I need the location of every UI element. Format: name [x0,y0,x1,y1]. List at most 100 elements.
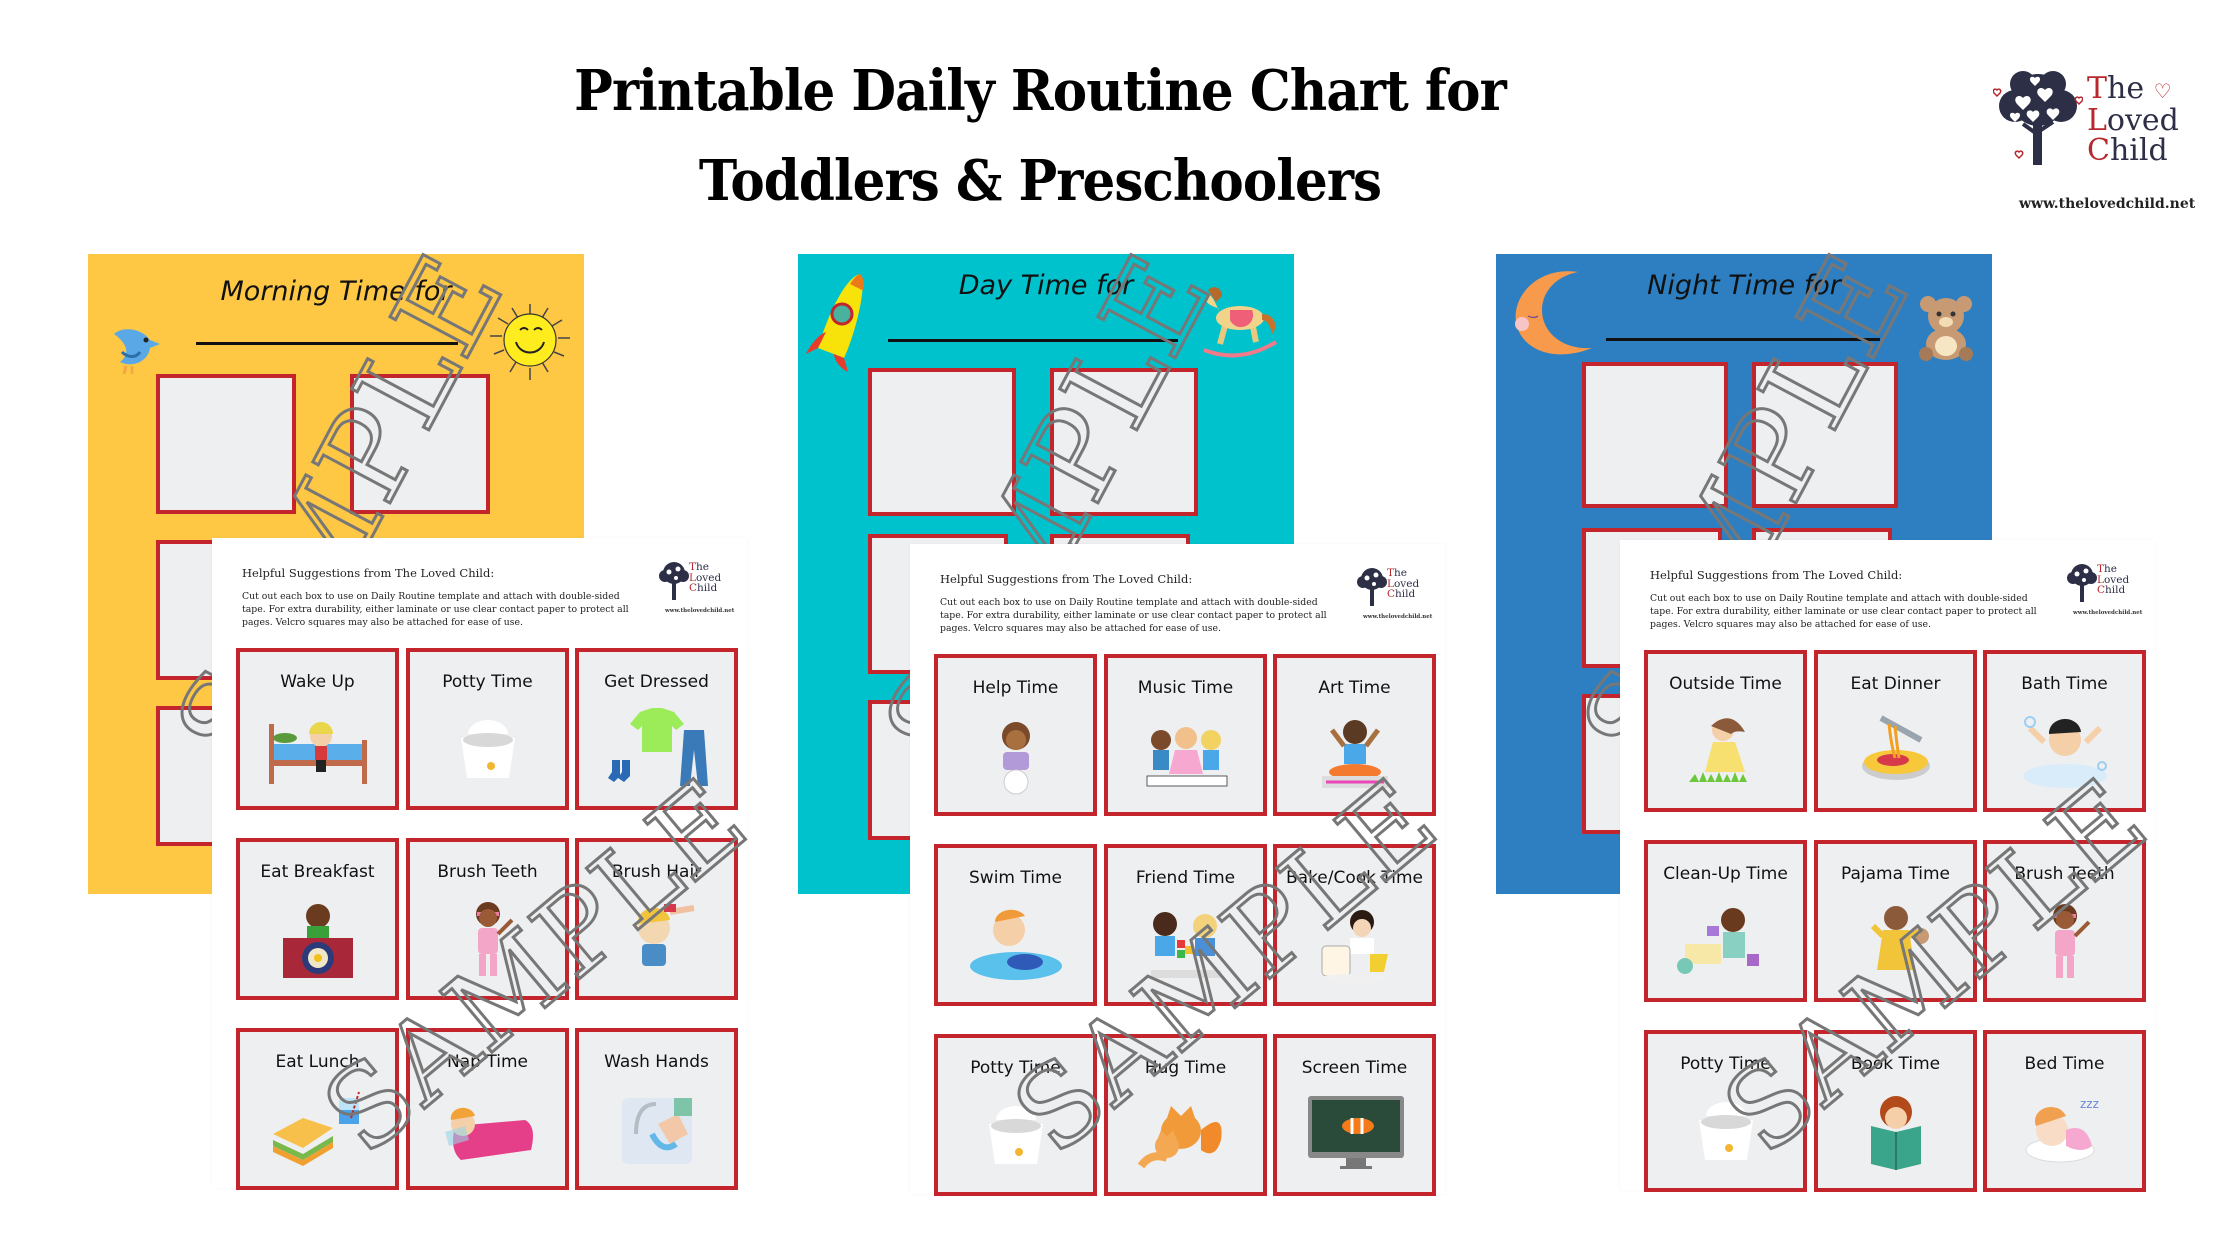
svg-text:zzz: zzz [2080,1097,2099,1111]
routine-card-label: Eat Dinner [1850,674,1941,694]
routine-card-label: Music Time [1137,678,1234,698]
name-line [196,342,458,345]
routine-card-label: Eat Breakfast [260,862,375,882]
potty-icon [460,720,515,778]
name-line [1606,338,1880,341]
routine-card-bake-cook-time[interactable]: Bake/Cook Time [1273,844,1436,1006]
fox-hug-icon [1137,1106,1222,1169]
routine-card-help-time[interactable]: Help Time [934,654,1097,816]
moon-icon [1515,271,1592,355]
routine-card-label: Nap Time [447,1052,528,1072]
hairbrush-icon [637,904,694,966]
routine-card-book-time[interactable]: Book Time [1814,1030,1977,1192]
mini-brand-name: The Loved Child [2097,563,2130,596]
mini-brand-logo: The Loved Child www.thelovedchild.net [1357,566,1433,626]
template-slot [868,368,1016,516]
routine-card-label: Potty Time [442,672,533,692]
routine-card-label: Get Dressed [604,672,709,692]
mini-brand-url: www.thelovedchild.net [665,608,735,614]
routine-card-label: Screen Time [1301,1058,1408,1078]
bath-icon [2022,716,2107,788]
sleeping-bag-icon [444,1107,533,1160]
routine-card-eat-lunch[interactable]: Eat Lunch [236,1028,399,1190]
routine-card-potty-time[interactable]: Potty Time [1644,1030,1807,1192]
page-title-line-2: Toddlers & Preschoolers [698,148,1382,214]
routine-card-label: Potty Time [970,1058,1061,1078]
template-slot [1050,368,1198,516]
cook-icon [1320,910,1389,982]
routine-card-brush-teeth[interactable]: Brush Teeth [406,838,569,1000]
brand-name-part: hild [2109,133,2168,168]
routine-card-label: Wake Up [280,672,355,692]
helpful-title: Helpful Suggestions from The Loved Child… [940,572,1193,586]
mini-brand-logo: The Loved Child www.thelovedchild.net [659,560,735,620]
routine-card-label: Clean-Up Time [1663,864,1788,884]
routine-card-swim-time[interactable]: Swim Time [934,844,1097,1006]
mini-brand-name: The Loved Child [689,561,722,594]
routine-card-label: Potty Time [1680,1054,1771,1074]
routine-card-bath-time[interactable]: Bath Time [1983,650,2146,812]
morning-card-sheet: Helpful Suggestions from The Loved Child… [212,538,747,1190]
template-slot [1582,362,1728,508]
routine-card-get-dressed[interactable]: Get Dressed [575,648,738,810]
day-card-sheet: Helpful Suggestions from The Loved Child… [910,544,1445,1196]
swim-icon [969,909,1062,980]
rocket-icon [806,274,864,372]
heart-tree-icon [1357,568,1387,606]
pajama-icon [1870,906,1929,970]
routine-card-hug-time[interactable]: Hug Time [1104,1034,1267,1196]
routine-card-art-time[interactable]: Art Time [1273,654,1436,816]
potty-icon [988,1106,1043,1164]
routine-card-potty-time[interactable]: Potty Time [406,648,569,810]
helpful-body: Cut out each box to use on Daily Routine… [940,597,1327,634]
brand-name: The ♡ Loved Child [2087,71,2179,168]
toothbrush-icon [2052,904,2090,978]
toothbrush-icon [475,902,513,976]
friends-icon [1150,912,1221,978]
routine-card-wash-hands[interactable]: Wash Hands [575,1028,738,1190]
routine-card-screen-time[interactable]: Screen Time [1273,1034,1436,1196]
routine-card-wake-up[interactable]: Wake Up [236,648,399,810]
bed-icon [268,722,367,784]
mini-brand-url: www.thelovedchild.net [2073,610,2143,616]
name-line [888,339,1178,342]
mini-brand-name: The Loved Child [1387,567,1420,600]
monitor-icon [1307,1096,1404,1169]
brand-logo: The ♡ Loved Child www.thelovedchild.net [1985,62,2205,212]
brand-initial-t: T [2087,71,2108,106]
routine-card-bed-time[interactable]: Bed Time zzz [1983,1030,2146,1192]
helpful-title: Helpful Suggestions from The Loved Child… [1650,568,1903,582]
routine-card-pajama-time[interactable]: Pajama Time [1814,840,1977,1002]
routine-card-label: Swim Time [969,868,1062,888]
routine-card-friend-time[interactable]: Friend Time [1104,844,1267,1006]
routine-card-brush-teeth[interactable]: Brush Teeth [1983,840,2146,1002]
routine-card-eat-dinner[interactable]: Eat Dinner [1814,650,1977,812]
heart-tree-icon [1993,71,2083,165]
routine-card-outside-time[interactable]: Outside Time [1644,650,1807,812]
routine-card-label: Bake/Cook Time [1285,868,1424,888]
heart-tree-icon [2067,564,2097,602]
helpful-body: Cut out each box to use on Daily Routine… [242,591,629,628]
routine-card-label: Bed Time [2024,1054,2105,1074]
potty-icon [1698,1102,1753,1160]
brand-url[interactable]: www.thelovedchild.net [2019,196,2195,212]
helpful-title: Helpful Suggestions from The Loved Child… [242,566,495,580]
routine-card-music-time[interactable]: Music Time [1104,654,1267,816]
routine-card-eat-breakfast[interactable]: Eat Breakfast [236,838,399,1000]
routine-card-brush-hair[interactable]: Brush Hair [575,838,738,1000]
rocking-horse-icon [1203,287,1278,358]
helper-icon [1001,722,1030,795]
template-slot [1752,362,1898,508]
music-icon [1146,727,1227,787]
routine-card-label: Brush Hair [611,862,702,882]
night-card-sheet: Helpful Suggestions from The Loved Child… [1620,540,2155,1192]
brand-initial-c: C [2087,133,2110,168]
mini-brand-url: www.thelovedchild.net [1363,614,1433,620]
bird-icon [114,329,160,375]
routine-card-potty-time[interactable]: Potty Time [934,1034,1097,1196]
wash-hands-icon [621,1098,692,1164]
routine-card-clean-up-time[interactable]: Clean-Up Time [1644,840,1807,1002]
sandwich-icon [272,1091,360,1166]
routine-card-nap-time[interactable]: Nap Time [406,1028,569,1190]
outside-icon [1688,718,1747,782]
